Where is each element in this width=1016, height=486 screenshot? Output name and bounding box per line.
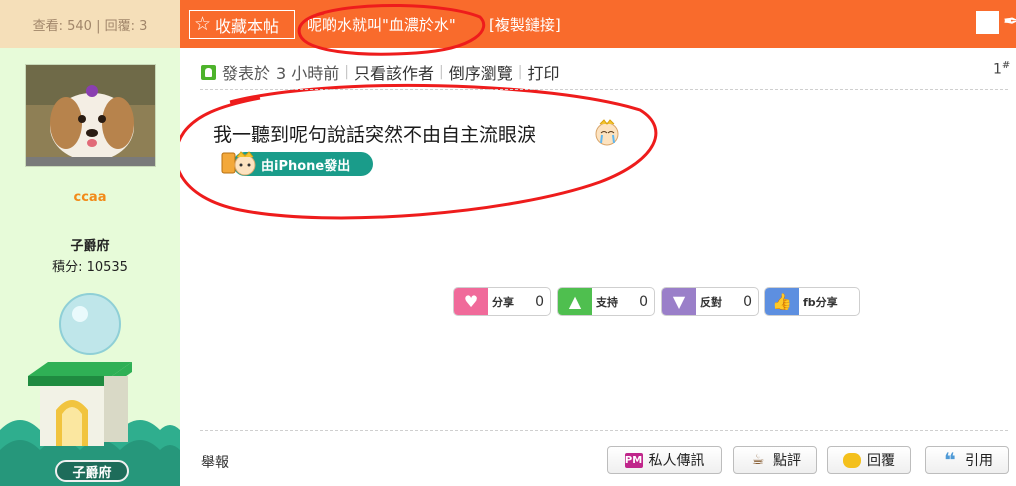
reaction-label: 分享: [492, 295, 514, 309]
comment-button[interactable]: ☕ 點評: [733, 446, 817, 474]
button-label: 點評: [773, 453, 801, 469]
avatar[interactable]: [25, 64, 156, 167]
header-bar: 查看: 540 | 回覆: 3 ☆ 收藏本帖 呢啲水就叫"血濃於水" [複製鏈接…: [0, 0, 1016, 48]
crying-emoji-icon: [595, 119, 619, 146]
rank-badge-image: [0, 293, 180, 486]
reverse-browse-link[interactable]: 倒序瀏覽: [449, 60, 513, 84]
share-reaction-button[interactable]: ♥ 分享 0: [453, 287, 551, 316]
favorite-button[interactable]: ☆ 收藏本帖: [189, 10, 295, 39]
button-label: 引用: [965, 453, 993, 469]
rank-badge-label: 子爵府: [55, 460, 129, 482]
coffee-icon: ☕: [751, 452, 765, 468]
favorite-label: 收藏本帖: [215, 16, 280, 36]
speech-bubble-icon: [843, 452, 861, 468]
posted-time: 3 小時前: [276, 64, 340, 83]
button-label: 回覆: [867, 453, 895, 469]
heart-icon: ♥: [454, 288, 488, 315]
separator: |: [517, 64, 523, 80]
arrow-down-icon: ▼: [662, 288, 696, 315]
post-content: 我一聽到呢句說話突然不由自主流眼淚: [213, 124, 537, 146]
star-icon: ☆: [194, 13, 212, 35]
pm-icon: PM: [624, 452, 643, 468]
reaction-count: 0: [535, 293, 544, 310]
private-message-button[interactable]: PM 私人傳訊: [607, 446, 722, 474]
reaction-label: 支持: [596, 295, 618, 309]
iphone-badge-label: 由iPhone發出: [261, 159, 351, 174]
support-reaction-button[interactable]: ▲ 支持 0: [557, 287, 655, 316]
reaction-count: 0: [743, 293, 752, 310]
reply-button[interactable]: 回覆: [827, 446, 911, 474]
floor-number-value: 1: [993, 61, 1002, 78]
user-points: 積分: 10535: [52, 260, 128, 275]
dog-avatar-image: [26, 65, 155, 166]
red-annotation-oval: [297, 4, 486, 56]
quote-button[interactable]: ❝ 引用: [925, 446, 1009, 474]
floor-number[interactable]: 1#: [993, 60, 1010, 78]
thumbs-up-icon: 👍: [765, 288, 799, 315]
divider: [200, 430, 1008, 431]
iphone-badge[interactable]: 由iPhone發出: [219, 150, 373, 177]
reaction-label: 反對: [700, 295, 722, 309]
online-status-icon: [201, 64, 216, 80]
checkbox-icon[interactable]: [976, 11, 999, 34]
thread-stats: 查看: 540 | 回覆: 3: [0, 0, 180, 48]
posted-label: 發表於: [222, 64, 271, 83]
button-label: 私人傳訊: [648, 453, 705, 469]
separator: |: [344, 64, 350, 80]
quill-icon[interactable]: ✒: [1003, 9, 1016, 33]
only-author-link[interactable]: 只看該作者: [354, 60, 434, 84]
report-link[interactable]: 舉報: [201, 452, 229, 472]
reaction-count: 0: [639, 293, 648, 310]
reaction-label: fb分享: [803, 295, 838, 309]
copy-link-button[interactable]: [複製鏈接]: [489, 14, 561, 35]
quote-icon: ❝: [944, 448, 956, 472]
user-rank: 子爵府: [70, 239, 110, 254]
phone-mascot-icon: [221, 151, 256, 176]
fb-share-button[interactable]: 👍 fb分享: [764, 287, 860, 316]
post-meta: 發表於 3 小時前 | 只看該作者 | 倒序瀏覽 | 打印: [201, 60, 560, 84]
separator: |: [439, 64, 444, 80]
arrow-up-icon: ▲: [558, 288, 592, 315]
divider: [200, 89, 1008, 90]
username[interactable]: ccaa: [0, 190, 180, 205]
oppose-reaction-button[interactable]: ▼ 反對 0: [661, 287, 759, 316]
print-link[interactable]: 打印: [527, 60, 559, 84]
floor-suffix: #: [1001, 60, 1011, 71]
